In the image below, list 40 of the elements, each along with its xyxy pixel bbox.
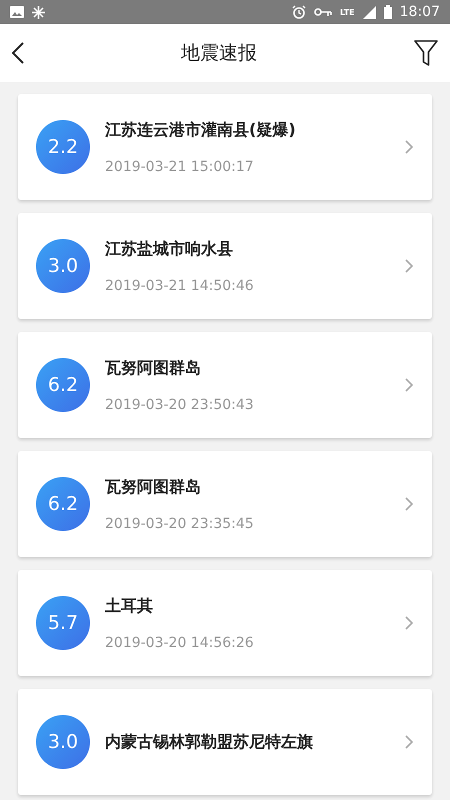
chevron-right-icon <box>405 378 414 392</box>
quake-card[interactable]: 5.7 土耳其 2019-03-20 14:56:26 <box>18 570 432 676</box>
back-icon[interactable] <box>12 42 24 64</box>
magnitude-badge: 2.2 <box>36 120 90 174</box>
quake-card[interactable]: 3.0 内蒙古锡林郭勒盟苏尼特左旗 <box>18 689 432 795</box>
quake-location: 瓦努阿图群岛 <box>105 476 202 498</box>
magnitude-badge: 6.2 <box>36 477 90 531</box>
battery-icon <box>384 5 392 19</box>
chevron-right-icon <box>405 140 414 154</box>
quake-card[interactable]: 6.2 瓦努阿图群岛 2019-03-20 23:50:43 <box>18 332 432 438</box>
quake-location: 内蒙古锡林郭勒盟苏尼特左旗 <box>105 732 314 752</box>
chevron-right-icon <box>405 497 414 511</box>
key-icon <box>314 7 332 17</box>
quake-card[interactable]: 2.2 江苏连云港市灌南县(疑爆) 2019-03-21 15:00:17 <box>18 94 432 200</box>
filter-icon[interactable] <box>414 40 438 66</box>
quake-time: 2019-03-20 14:56:26 <box>105 634 255 650</box>
quake-card[interactable]: 6.2 瓦努阿图群岛 2019-03-20 23:35:45 <box>18 451 432 557</box>
quake-location: 土耳其 <box>105 596 154 616</box>
magnitude-badge: 5.7 <box>36 596 90 650</box>
magnitude-badge: 6.2 <box>36 358 90 412</box>
chevron-right-icon <box>405 616 414 630</box>
alarm-icon <box>292 5 306 19</box>
quake-time: 2019-03-20 23:50:43 <box>105 396 255 412</box>
quake-card[interactable]: 3.0 江苏盐城市响水县 2019-03-21 14:50:46 <box>18 213 432 319</box>
snowflake-icon <box>32 6 45 18</box>
quake-location: 江苏连云港市灌南县(疑爆) <box>105 120 297 140</box>
chevron-right-icon <box>405 259 414 273</box>
clock-time: 18:07 <box>400 4 440 20</box>
page-title: 地震速报 <box>180 41 258 66</box>
quake-location: 江苏盐城市响水县 <box>105 238 234 260</box>
chevron-right-icon <box>405 735 414 749</box>
quake-time: 2019-03-21 15:00:17 <box>105 158 255 174</box>
quake-location: 瓦努阿图群岛 <box>105 358 202 378</box>
magnitude-badge: 3.0 <box>36 715 90 769</box>
image-icon <box>10 6 24 18</box>
quake-time: 2019-03-21 14:50:46 <box>105 278 255 294</box>
signal-icon <box>362 6 376 18</box>
magnitude-badge: 3.0 <box>36 239 90 293</box>
network-type: LTE <box>340 8 355 16</box>
quake-time: 2019-03-20 23:35:45 <box>105 516 255 532</box>
